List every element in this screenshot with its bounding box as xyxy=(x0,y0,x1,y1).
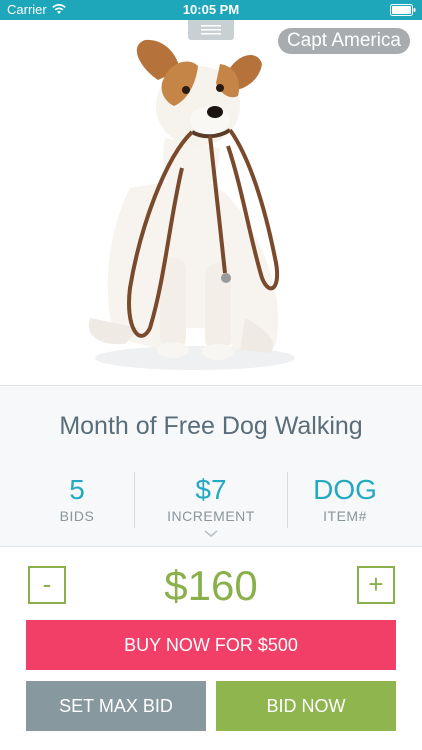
item-title: Month of Free Dog Walking xyxy=(59,412,363,440)
set-max-bid-button[interactable]: SET MAX BID xyxy=(26,681,206,731)
item-number-label: ITEM# xyxy=(323,508,367,524)
bid-now-button[interactable]: BID NOW xyxy=(216,681,396,731)
auction-item-screen: Carrier 10:05 PM Capt America Month of F… xyxy=(0,0,422,750)
user-badge[interactable]: Capt America xyxy=(277,28,410,54)
item-number-stat: DOG ITEM# xyxy=(288,474,402,524)
increment-value: $7 xyxy=(195,474,227,505)
battery-icon xyxy=(390,4,416,16)
status-right xyxy=(390,4,416,19)
current-bid-amount: $160 xyxy=(164,562,258,609)
bids-stat: 5 BIDS xyxy=(20,474,134,524)
decrement-bid-button[interactable]: - xyxy=(28,566,66,604)
bids-label: BIDS xyxy=(59,508,95,524)
bids-count: 5 xyxy=(69,474,85,505)
status-time: 10:05 PM xyxy=(182,2,240,17)
item-photo-area: Capt America xyxy=(0,20,422,386)
dog-photo xyxy=(88,39,295,370)
increment-label: INCREMENT xyxy=(167,508,255,524)
increment-bid-button[interactable]: + xyxy=(357,566,395,604)
item-info-panel: Month of Free Dog Walking 5 BIDS $7 INCR… xyxy=(0,385,422,547)
chevron-down-icon[interactable] xyxy=(204,530,218,538)
buy-now-button[interactable]: BUY NOW FOR $500 xyxy=(26,620,396,670)
item-number-value: DOG xyxy=(313,474,377,505)
status-bar: Carrier 10:05 PM xyxy=(0,0,422,20)
increment-stat: $7 INCREMENT xyxy=(135,474,287,524)
